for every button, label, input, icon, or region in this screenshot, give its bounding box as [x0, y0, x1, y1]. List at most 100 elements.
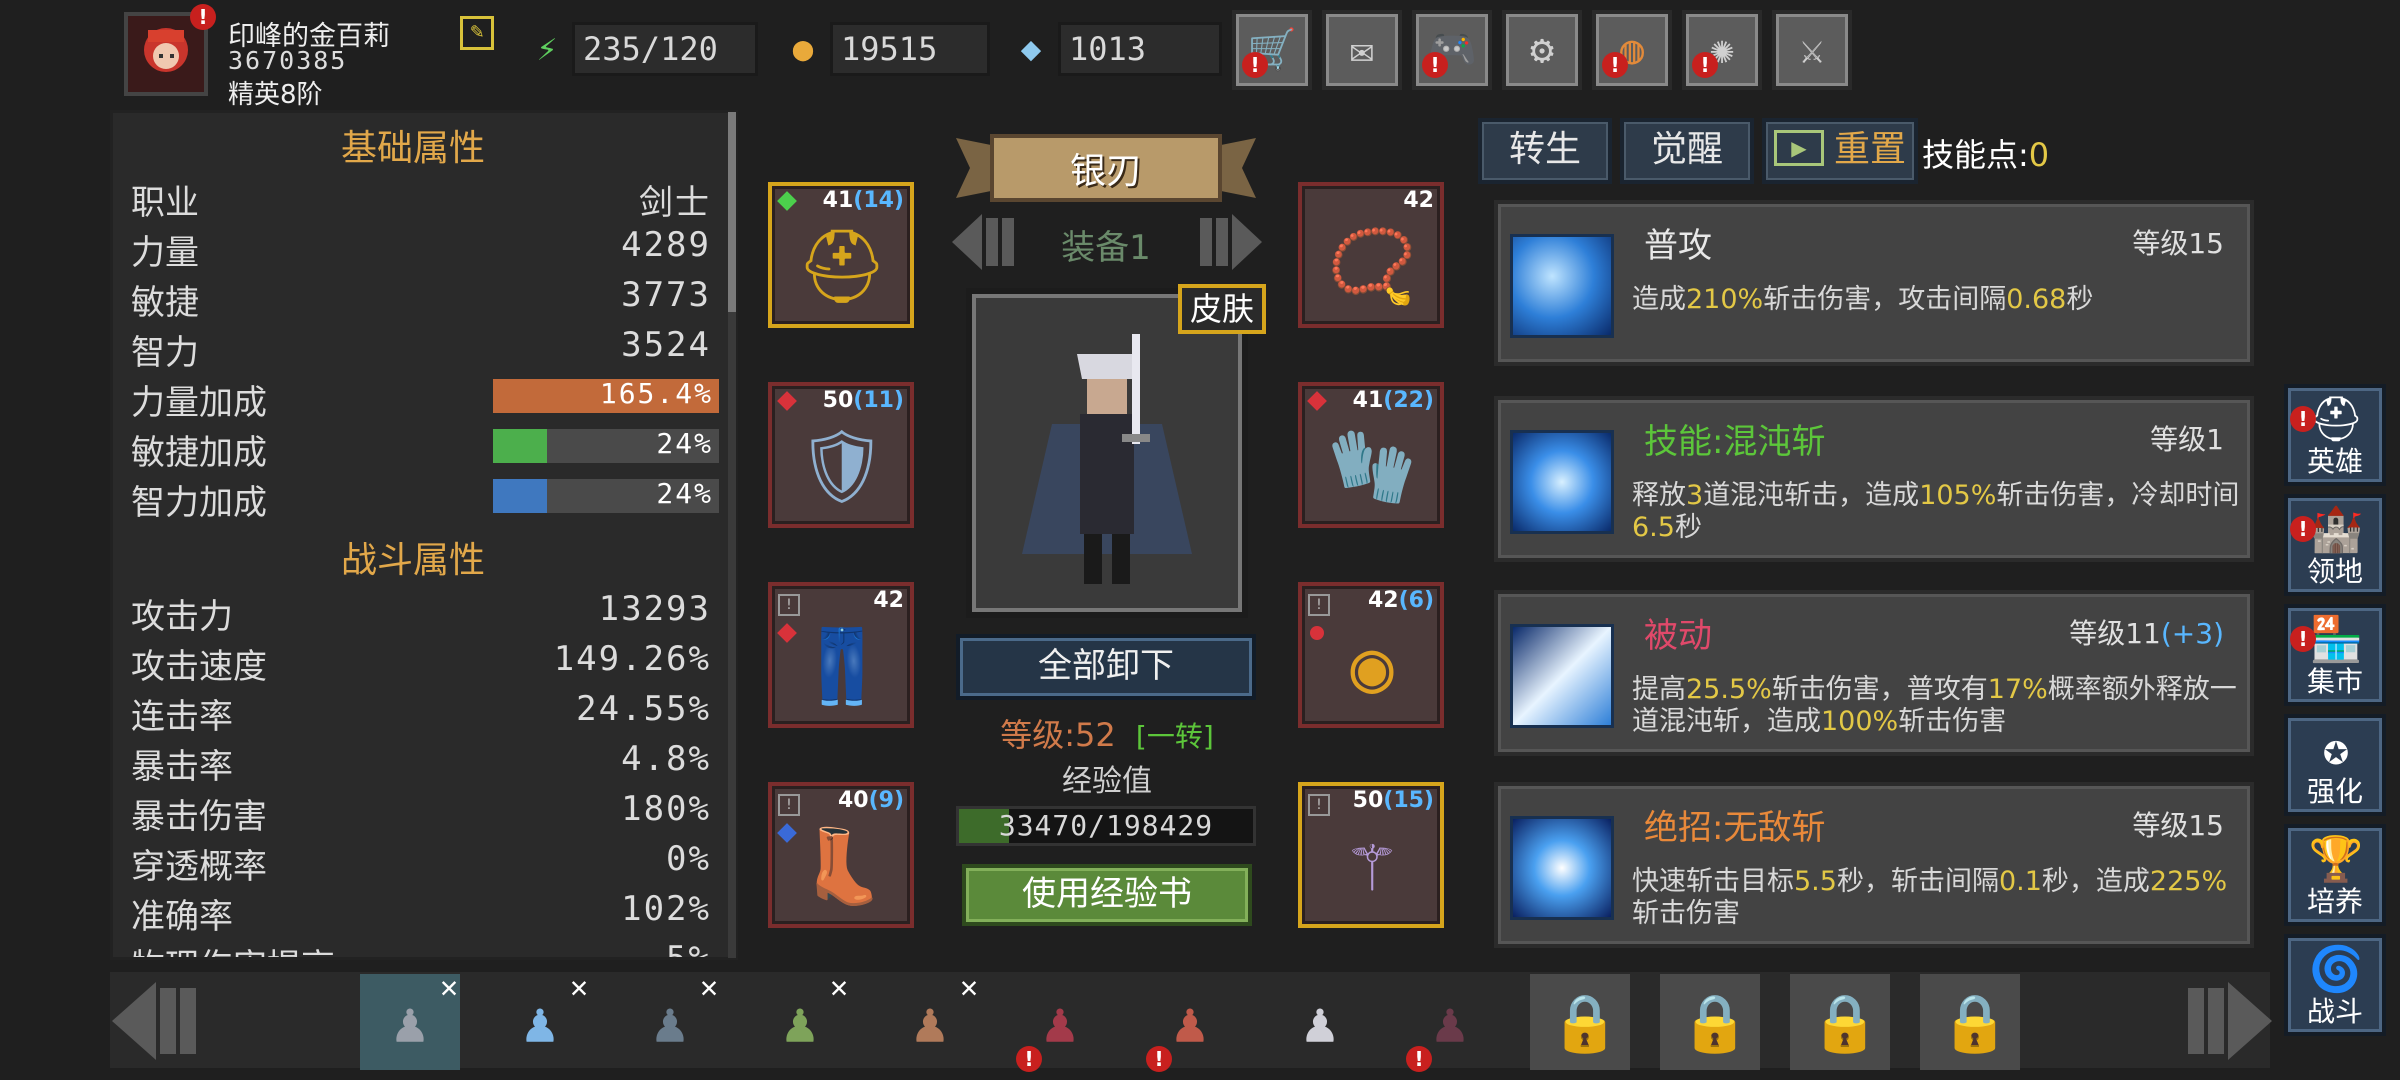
- crossed-swords-icon: ⚔: [1799, 27, 1825, 73]
- prev-loadout-arrow[interactable]: [952, 212, 1022, 272]
- video-ad-icon: ▶: [1774, 130, 1824, 166]
- equip-slot-pants[interactable]: ! 42 👖: [768, 582, 914, 728]
- settings-button[interactable]: ⚙: [1502, 10, 1582, 90]
- hero-alert-badge: !: [1406, 1046, 1432, 1072]
- nav-portal[interactable]: 🌀 战斗: [2284, 934, 2386, 1036]
- shop-button[interactable]: 🛒: [1232, 10, 1312, 90]
- equip-slot-boots[interactable]: ! 40(9) 👢: [768, 782, 914, 928]
- roster-prev-arrow[interactable]: [112, 978, 204, 1064]
- skill-card-chaos-slash[interactable]: 技能:混沌斩 等级1 释放3道混沌斩击，造成105%斩击伤害，冷却时间 6.5秒: [1494, 396, 2254, 562]
- stat-row-crit-damage: 暴击伤害 180%: [131, 789, 711, 837]
- hero-dark-knight[interactable]: ♟!: [1400, 974, 1500, 1072]
- vortex-icon: [1510, 430, 1614, 534]
- hero-locked-1[interactable]: 🔒: [1530, 974, 1630, 1070]
- hero-locked-3[interactable]: 🔒: [1790, 974, 1890, 1070]
- nav-label: 战斗: [2306, 995, 2363, 1028]
- fireworks-button[interactable]: ✺: [1682, 10, 1762, 90]
- gamepad-button[interactable]: 🎮: [1412, 10, 1492, 90]
- skill-card-passive[interactable]: 被动 等级11(+3) 提高25.5%斩击伤害，普攻有17%概率额外释放一道混沌…: [1494, 590, 2254, 756]
- battle-button[interactable]: ⚔: [1772, 10, 1852, 90]
- skill-value: 0.68: [2006, 284, 2067, 315]
- hero-gunner[interactable]: ♟!: [1140, 974, 1240, 1072]
- exp-label: 经验值: [1062, 764, 1152, 799]
- stat-row-penetration: 穿透概率 0%: [131, 839, 711, 887]
- gamepad-alert-badge: !: [1422, 52, 1448, 78]
- basic-stats-title: 基础属性: [340, 128, 485, 169]
- hero-priestess[interactable]: ♟!: [1010, 974, 1110, 1072]
- skill-card-basic-attack[interactable]: 普攻 等级15 造成210%斩击伤害，攻击间隔0.68秒: [1494, 200, 2254, 366]
- stat-value: 3773: [621, 275, 711, 315]
- stat-row-strength: 力量 4289: [131, 225, 711, 273]
- edit-name-icon[interactable]: ✎: [460, 16, 494, 50]
- tab-reset[interactable]: ▶ 重置: [1762, 118, 1918, 184]
- stat-value: 4.8%: [621, 739, 711, 779]
- tab-rebirth[interactable]: 转生: [1478, 118, 1612, 184]
- lock-icon: 🔒: [1810, 991, 1880, 1056]
- skill-text: 斩击伤害: [1898, 706, 2007, 737]
- tab-awaken[interactable]: 觉醒: [1620, 118, 1754, 184]
- hero-locked-4[interactable]: 🔒: [1920, 974, 2020, 1070]
- equip-slot-helmet[interactable]: 41(14) ⛑: [768, 182, 914, 328]
- skill-value: 210%: [1686, 284, 1764, 315]
- skill-card-ultimate[interactable]: 绝招:无敌斩 等级15 快速斩击目标5.5秒，斩击间隔0.1秒，造成225% 斩击…: [1494, 782, 2254, 948]
- hero-amazon[interactable]: ♟ ✕: [880, 970, 980, 1070]
- skill-desc: 快速斩击目标5.5秒，斩击间隔0.1秒，造成225% 斩击伤害: [1632, 866, 2242, 930]
- nav-label: 领地: [2306, 555, 2363, 588]
- use-exp-book-button[interactable]: 使用经验书: [962, 864, 1252, 926]
- nav-label: 培养: [2306, 885, 2363, 918]
- lock-icon: !: [1308, 594, 1330, 616]
- slot-level: 40: [837, 788, 869, 813]
- diamond-icon: ◆: [1020, 29, 1042, 69]
- skill-text: 斩击伤害: [1632, 898, 1740, 929]
- lock-icon: 🔒: [1680, 991, 1750, 1056]
- skin-button[interactable]: 皮肤: [1178, 284, 1266, 334]
- hero-locked-2[interactable]: 🔒: [1660, 974, 1760, 1070]
- pants-icon: 👖: [797, 624, 887, 708]
- stat-row-accuracy: 准确率 102%: [131, 889, 711, 937]
- nav-castle[interactable]: 🏰 领地!: [2284, 494, 2386, 596]
- equip-slot-gloves[interactable]: 41(22) 🧤: [1298, 382, 1444, 528]
- stat-label: 物理伤害提高: [131, 939, 335, 957]
- stat-value: 24.55%: [576, 689, 711, 729]
- equip-slot-wand[interactable]: ! 50(15) ⚚: [1298, 782, 1444, 928]
- unequip-all-button[interactable]: 全部卸下: [956, 634, 1256, 700]
- stat-row-class: 职业 剑士: [131, 175, 711, 223]
- equip-slot-armor[interactable]: 50(11) 🛡: [768, 382, 914, 528]
- wheel-button[interactable]: ◍: [1592, 10, 1672, 90]
- skill-level: 等级15: [2132, 222, 2224, 262]
- mail-button[interactable]: ✉: [1322, 10, 1402, 90]
- hero-archer[interactable]: ♟ ✕: [750, 970, 850, 1070]
- hero-swordsman[interactable]: ♟ ✕: [360, 970, 460, 1070]
- nav-market[interactable]: 🏪 集市!: [2284, 604, 2386, 706]
- roster-next-arrow[interactable]: [2180, 978, 2272, 1064]
- stats-scroll-thumb[interactable]: [728, 112, 736, 312]
- nav-helmet[interactable]: ⛑ 英雄!: [2284, 384, 2386, 486]
- stat-label: 暴击伤害: [131, 797, 267, 837]
- hero-warrior[interactable]: ♟ ✕: [620, 970, 720, 1070]
- stat-row-intelligence-bonus: 智力加成 24%: [131, 475, 719, 523]
- eye-ring-icon: ◉: [1350, 624, 1394, 708]
- stats-panel[interactable]: 基础属性 职业 剑士 力量 4289 敏捷 3773 智力 3524 力量加成 …: [110, 110, 738, 960]
- skill-level-text: 等级11: [2069, 617, 2161, 650]
- slash-icon: [1510, 234, 1614, 338]
- hero-portrait-icon: ♟: [783, 991, 817, 1056]
- reset-label: 重置: [1833, 129, 1906, 170]
- hero-ice-mage[interactable]: ♟ ✕: [490, 970, 590, 1070]
- slot-bonus: (6): [1398, 588, 1434, 613]
- intelligence-bonus-bar: 24%: [493, 477, 719, 513]
- nav-chalice[interactable]: 🏆 培养: [2284, 824, 2386, 926]
- equip-slot-ring[interactable]: ! 42(6) ◉: [1298, 582, 1444, 728]
- stat-label: 智力加成: [131, 483, 267, 523]
- slot-bonus: (11): [853, 388, 904, 413]
- slot-level: 42: [1367, 588, 1399, 613]
- weapon-name: 银刃: [1069, 151, 1142, 192]
- skill-text: 提高: [1632, 674, 1686, 705]
- nav-upgrade[interactable]: ✪ 强化: [2284, 714, 2386, 816]
- next-loadout-arrow[interactable]: [1192, 212, 1262, 272]
- equip-slot-necklace[interactable]: 42 📿: [1298, 182, 1444, 328]
- slot-level: 41: [822, 188, 854, 213]
- rebirth-tag: [一转]: [1135, 720, 1214, 753]
- stat-value: 13293: [598, 589, 711, 629]
- combat-stats-title: 战斗属性: [340, 540, 485, 581]
- hero-dancer[interactable]: ♟: [1270, 974, 1370, 1070]
